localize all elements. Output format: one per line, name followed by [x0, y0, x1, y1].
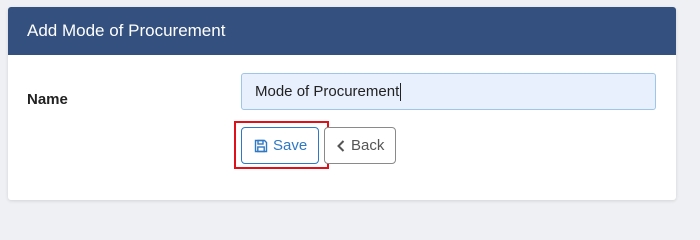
- card-header: Add Mode of Procurement: [8, 7, 676, 55]
- name-input-value: Mode of Procurement: [255, 83, 400, 100]
- text-caret: [400, 82, 402, 101]
- save-button[interactable]: Save: [241, 127, 319, 164]
- back-button-label: Back: [351, 137, 385, 154]
- name-label: Name: [27, 91, 68, 108]
- form-card: Add Mode of Procurement Name Mode of Pro…: [8, 7, 676, 200]
- chevron-left-icon: [336, 139, 346, 153]
- back-button[interactable]: Back: [324, 127, 396, 164]
- save-button-label: Save: [273, 137, 308, 154]
- page-title: Add Mode of Procurement: [27, 21, 226, 40]
- name-input[interactable]: Mode of Procurement: [241, 73, 656, 110]
- floppy-disk-icon: [254, 139, 268, 153]
